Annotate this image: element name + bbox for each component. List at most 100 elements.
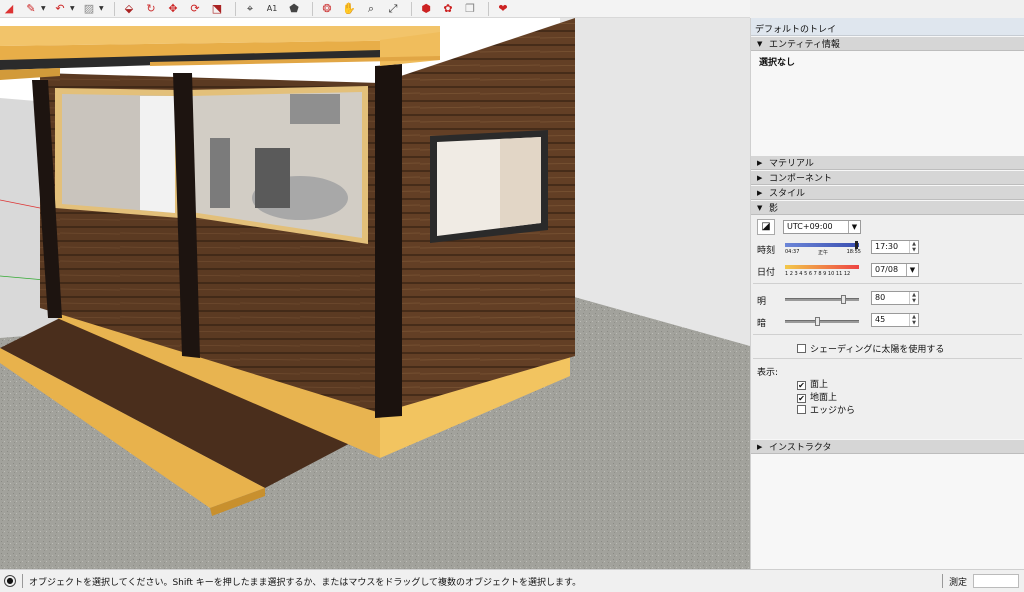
spinner-icon[interactable]: ▲ ▼ bbox=[909, 241, 918, 253]
from-edges-option[interactable]: エッジから bbox=[797, 403, 855, 416]
timezone-select[interactable]: UTC+09:00 ▼ bbox=[783, 220, 861, 234]
instructor-header[interactable]: ▶ インストラクタ bbox=[751, 439, 1024, 454]
dark-slider[interactable] bbox=[785, 317, 859, 326]
arc-icon[interactable]: ↶ bbox=[51, 1, 69, 17]
time-input[interactable]: 17:30 ▲ ▼ bbox=[871, 240, 919, 254]
measure-input[interactable] bbox=[973, 574, 1020, 588]
selection-status: 選択なし bbox=[759, 58, 796, 68]
section-divider bbox=[753, 358, 1022, 359]
model-viewport[interactable] bbox=[0, 18, 750, 569]
time-scale: 04:37 正午 18:55 bbox=[785, 249, 861, 256]
use-sun-option[interactable]: シェーディングに太陽を使用する bbox=[797, 342, 944, 355]
use-sun-label: シェーディングに太陽を使用する bbox=[810, 345, 945, 355]
shape-icon[interactable]: ▨ bbox=[80, 1, 98, 17]
collapse-arrow-icon: ▼ bbox=[757, 39, 763, 48]
section-divider bbox=[753, 334, 1022, 335]
light-slider[interactable] bbox=[785, 295, 859, 304]
zoom-icon[interactable]: ⌕ bbox=[362, 1, 380, 17]
toolbar-separator bbox=[235, 1, 236, 16]
expand-arrow-icon: ▶ bbox=[757, 442, 763, 451]
light-label: 明 bbox=[757, 297, 767, 307]
model-scene bbox=[0, 18, 750, 569]
ruby-icon[interactable]: ❤ bbox=[494, 1, 512, 17]
shadow-toggle-icon[interactable]: ◪ bbox=[757, 219, 775, 235]
move-icon[interactable]: ✥ bbox=[164, 1, 182, 17]
chevron-down-icon[interactable]: ▼ bbox=[41, 5, 47, 12]
light-input[interactable]: 80 ▲ ▼ bbox=[871, 291, 919, 305]
on-faces-checkbox[interactable]: ✔ bbox=[797, 381, 806, 390]
chevron-down-icon[interactable]: ▼ bbox=[70, 5, 76, 12]
chevron-down-icon: ▼ bbox=[848, 221, 860, 233]
time-end: 18:55 bbox=[846, 249, 861, 255]
orbit-icon[interactable]: ❂ bbox=[318, 1, 336, 17]
entity-info-body: 選択なし bbox=[751, 51, 1024, 143]
chevron-down-icon: ▼ bbox=[906, 264, 918, 276]
dark-slider-thumb[interactable] bbox=[815, 317, 821, 326]
paint-bucket-icon[interactable]: ⬟ bbox=[285, 1, 303, 17]
status-bar: ● オブジェクトを選択してください。Shift キーを押したまま選択するか、また… bbox=[0, 569, 1024, 592]
styles-header[interactable]: ▶ スタイル bbox=[751, 185, 1024, 200]
light-slider-thumb[interactable] bbox=[841, 295, 847, 304]
time-start: 04:37 bbox=[785, 249, 800, 255]
use-sun-checkbox[interactable] bbox=[797, 344, 806, 353]
time-slider-track[interactable] bbox=[785, 243, 859, 247]
warehouse-icon[interactable]: ⬢ bbox=[417, 1, 435, 17]
date-input[interactable]: 07/08 ▼ bbox=[871, 263, 919, 277]
default-tray: デフォルトのトレイ ▼ エンティティ情報 選択なし ▶ マテリアル ▶ コンポー… bbox=[750, 18, 1024, 580]
zoom-extents-icon[interactable]: ⤢ bbox=[384, 1, 402, 17]
push-pull-icon[interactable]: ⬙ bbox=[120, 1, 138, 17]
date-value: 07/08 bbox=[875, 265, 899, 274]
entity-info-label: エンティティ情報 bbox=[769, 40, 840, 50]
status-message: オブジェクトを選択してください。Shift キーを押したまま選択するか、またはマ… bbox=[29, 577, 582, 588]
spinner-icon[interactable]: ▲ ▼ bbox=[909, 292, 918, 304]
layout-icon[interactable]: ❐ bbox=[461, 1, 479, 17]
dark-label: 暗 bbox=[757, 319, 767, 329]
on-ground-option[interactable]: ✔ 地面上 bbox=[797, 390, 837, 403]
dark-input[interactable]: 45 ▲ ▼ bbox=[871, 313, 919, 327]
entity-info-header[interactable]: ▼ エンティティ情報 bbox=[751, 36, 1024, 51]
on-faces-option[interactable]: ✔ 面上 bbox=[797, 377, 828, 390]
display-label: 表示: bbox=[757, 368, 779, 378]
eraser-icon[interactable]: ◢ bbox=[0, 1, 18, 17]
time-label: 時刻 bbox=[757, 246, 776, 256]
status-separator bbox=[22, 574, 23, 588]
measure-label: 測定 bbox=[949, 577, 968, 588]
extension-icon[interactable]: ✿ bbox=[439, 1, 457, 17]
on-faces-label: 面上 bbox=[810, 380, 829, 390]
user-icon[interactable]: ● bbox=[4, 575, 16, 587]
light-value: 80 bbox=[875, 293, 886, 302]
toolbar-separator bbox=[312, 1, 313, 16]
time-slider-thumb[interactable] bbox=[855, 241, 858, 249]
collapse-arrow-icon: ▼ bbox=[757, 203, 763, 212]
expand-arrow-icon: ▶ bbox=[757, 173, 763, 182]
time-value: 17:30 bbox=[875, 242, 899, 251]
instructor-label: インストラクタ bbox=[769, 443, 832, 453]
expand-arrow-icon: ▶ bbox=[757, 158, 763, 167]
from-edges-checkbox[interactable] bbox=[797, 405, 806, 414]
date-slider-track[interactable] bbox=[785, 265, 859, 269]
on-ground-checkbox[interactable]: ✔ bbox=[797, 394, 806, 403]
chevron-down-icon[interactable]: ▼ bbox=[99, 5, 105, 12]
on-ground-label: 地面上 bbox=[810, 393, 838, 403]
pencil-icon[interactable]: ✎ bbox=[22, 1, 40, 17]
tape-measure-icon[interactable]: ⌖ bbox=[241, 1, 259, 17]
shadows-header[interactable]: ▼ 影 bbox=[751, 200, 1024, 215]
tray-empty-space bbox=[751, 454, 1024, 580]
toolbar-separator bbox=[488, 1, 489, 16]
section-divider bbox=[753, 283, 1022, 284]
toolbar-separator bbox=[114, 1, 115, 16]
components-header[interactable]: ▶ コンポーネント bbox=[751, 170, 1024, 185]
follow-me-icon[interactable]: ↻ bbox=[142, 1, 160, 17]
scale-icon[interactable]: ⬔ bbox=[208, 1, 226, 17]
rotate-icon[interactable]: ⟳ bbox=[186, 1, 204, 17]
components-label: コンポーネント bbox=[769, 174, 833, 184]
spinner-icon[interactable]: ▲ ▼ bbox=[909, 314, 918, 326]
materials-header[interactable]: ▶ マテリアル bbox=[751, 155, 1024, 170]
text-icon[interactable]: A1 bbox=[263, 1, 281, 17]
panel-gap bbox=[751, 143, 1024, 155]
pan-icon[interactable]: ✋ bbox=[340, 1, 358, 17]
expand-arrow-icon: ▶ bbox=[757, 188, 763, 197]
materials-label: マテリアル bbox=[769, 159, 814, 169]
status-separator bbox=[942, 574, 943, 588]
timezone-value: UTC+09:00 bbox=[787, 222, 833, 231]
